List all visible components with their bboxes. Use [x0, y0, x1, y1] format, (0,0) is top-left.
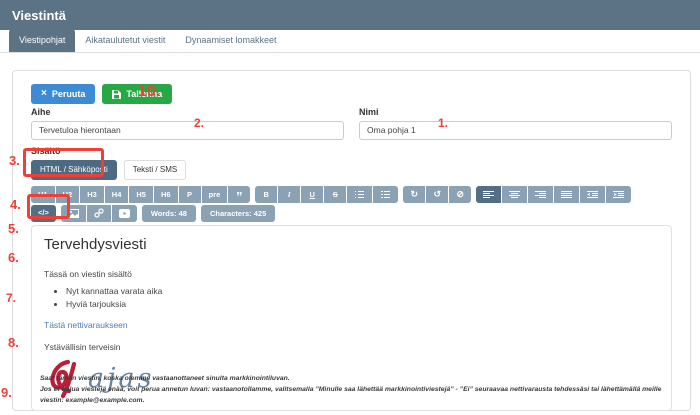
align-justify-icon: [561, 190, 572, 199]
insert-link-button[interactable]: [87, 205, 111, 222]
indent-icon: [613, 190, 624, 199]
tab-text-sms[interactable]: Teksti / SMS: [124, 160, 186, 180]
annotation-9: 9.: [1, 385, 12, 400]
align-justify-button[interactable]: [554, 186, 579, 203]
characters-counter: Characters: 425: [201, 205, 275, 222]
toolbar-group: Characters: 425: [201, 205, 275, 222]
redo-icon: ↻: [410, 190, 418, 199]
template-form: Aihe Nimi: [31, 107, 672, 140]
message-bullet-list: Nyt kannattaa varata aikaHyviä tarjouksi…: [66, 285, 659, 311]
align-right-button[interactable]: [528, 186, 553, 203]
h5-button[interactable]: H5: [129, 186, 153, 203]
tab-html-email[interactable]: HTML / Sähköposti: [31, 160, 117, 180]
code-view-button[interactable]: </>: [31, 205, 56, 222]
undo-icon: ↺: [433, 190, 441, 199]
align-left-button[interactable]: [476, 186, 501, 203]
pre-button[interactable]: pre: [202, 186, 228, 203]
blockquote-button[interactable]: ”: [228, 186, 250, 203]
bullet-item: Hyviä tarjouksia: [66, 298, 659, 311]
bullet-item: Nyt kannattaa varata aika: [66, 285, 659, 298]
message-heading: Tervehdysviesti: [44, 236, 659, 253]
ordered-list-button[interactable]: [373, 186, 398, 203]
align-center-icon: [509, 190, 520, 199]
save-button-label: Tallenna: [126, 89, 162, 99]
h4-button[interactable]: H4: [105, 186, 129, 203]
subject-input[interactable]: [31, 121, 344, 140]
nav-tab-dynaamiset-lomakkeet[interactable]: Dynaamiset lomakkeet: [175, 29, 286, 52]
align-center-button[interactable]: [502, 186, 527, 203]
image-icon: [68, 209, 79, 218]
content-type-tabs: HTML / Sähköposti Teksti / SMS: [31, 160, 672, 180]
h6-button[interactable]: H6: [154, 186, 178, 203]
insert-video-button[interactable]: [112, 205, 137, 222]
underline-button[interactable]: U: [301, 186, 323, 203]
outdent-icon: [587, 190, 598, 199]
message-intro: Tässä on viestin sisältö: [44, 269, 659, 279]
toolbar-group: [61, 205, 137, 222]
clear-format-button[interactable]: ⊘: [449, 186, 471, 203]
name-label: Nimi: [359, 107, 672, 118]
save-button[interactable]: Tallenna: [102, 84, 172, 104]
align-left-icon: [483, 190, 494, 199]
words-counter: Words: 48: [142, 205, 196, 222]
toolbar-group: </>: [31, 205, 56, 222]
message-signoff: Ystävällisin terveisin: [44, 342, 659, 352]
footer-line-2: Jos et halua viestejä enää, voit perua a…: [40, 384, 663, 406]
h3-button[interactable]: H3: [80, 186, 104, 203]
marketing-permission-footer: Saat tämän viestin, koska olemme vastaan…: [40, 373, 663, 406]
template-editor-card: × Peruuta Tallenna Aihe Nimi Sisältö HT: [12, 70, 691, 411]
clear-format-icon: ⊘: [456, 190, 464, 199]
quote-icon: ”: [236, 190, 243, 203]
bold-button[interactable]: B: [255, 186, 277, 203]
undo-button[interactable]: ↺: [426, 186, 448, 203]
toolbar-group: ↻ ↺ ⊘: [403, 186, 471, 203]
x-icon: ×: [41, 89, 47, 99]
h2-button[interactable]: H2: [56, 186, 80, 203]
main-nav-tabs: Viestipohjat Aikataulutetut viestit Dyna…: [0, 30, 700, 53]
page-title: Viestintä: [0, 0, 700, 30]
italic-button[interactable]: I: [278, 186, 300, 203]
list-ol-icon: [380, 190, 391, 199]
paragraph-button[interactable]: P: [179, 186, 201, 203]
outdent-button[interactable]: [580, 186, 605, 203]
link-icon: [94, 208, 104, 218]
cancel-button-label: Peruuta: [52, 89, 86, 99]
content-section-label: Sisältö: [31, 146, 672, 157]
footer-line-1: Saat tämän viestin, koska olemme vastaan…: [40, 373, 663, 384]
action-button-row: × Peruuta Tallenna: [31, 84, 672, 104]
code-view-icon: </>: [38, 209, 49, 217]
redo-button[interactable]: ↻: [403, 186, 425, 203]
h1-button[interactable]: H1: [31, 186, 55, 203]
booking-link[interactable]: Tästä nettivaraukseen: [44, 320, 659, 330]
nav-tab-viestipohjat[interactable]: Viestipohjat: [9, 29, 75, 52]
strikethrough-button[interactable]: S: [324, 186, 346, 203]
editor-toolbar-row-1: H1H2H3H4H5H6Ppre ” BIUS ↻ ↺ ⊘: [31, 186, 672, 203]
indent-button[interactable]: [606, 186, 631, 203]
video-icon: [119, 209, 130, 218]
editor-toolbar-row-2: </> Words: 48 Characters: 425: [31, 205, 672, 222]
subject-label: Aihe: [31, 107, 344, 118]
toolbar-group: H1H2H3H4H5H6Ppre ”: [31, 186, 250, 203]
list-ul-icon: [354, 190, 365, 199]
insert-image-button[interactable]: [61, 205, 86, 222]
save-icon: [112, 90, 121, 99]
cancel-button[interactable]: × Peruuta: [31, 84, 95, 104]
toolbar-group: Words: 48: [142, 205, 196, 222]
align-right-icon: [535, 190, 546, 199]
name-input[interactable]: [359, 121, 672, 140]
editor-content-area[interactable]: Tervehdysviesti Tässä on viestin sisältö…: [31, 225, 672, 411]
viestinta-page: Viestintä Viestipohjat Aikataulutetut vi…: [0, 0, 700, 415]
unordered-list-button[interactable]: [347, 186, 372, 203]
nav-tab-aikataulutetut-viestit[interactable]: Aikataulutetut viestit: [75, 29, 175, 52]
toolbar-group: BIUS: [255, 186, 398, 203]
toolbar-group: [476, 186, 631, 203]
